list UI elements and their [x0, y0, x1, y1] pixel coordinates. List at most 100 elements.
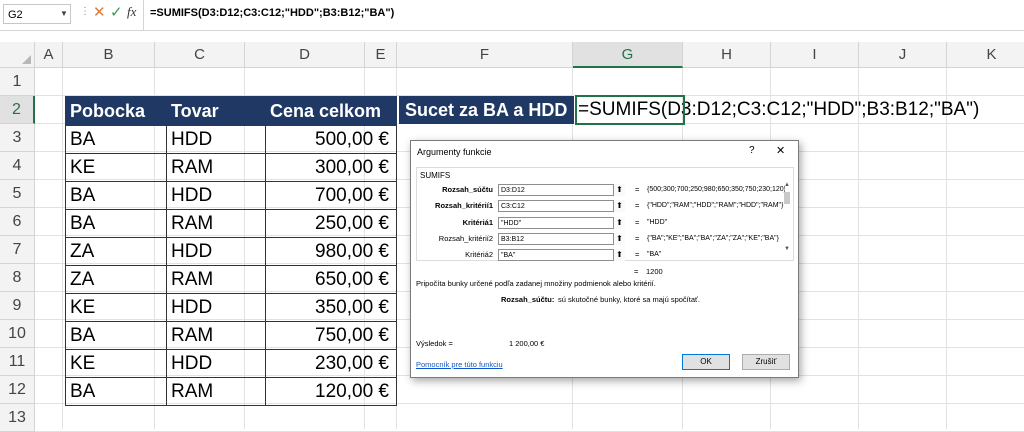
row-header-2[interactable]: 2 — [0, 96, 35, 124]
row-header-8[interactable]: 8 — [0, 264, 35, 292]
cell-cena[interactable]: 250,00 € — [265, 209, 397, 238]
scroll-up-icon[interactable]: ▲ — [784, 182, 790, 188]
collapse-dialog-icon[interactable]: ⬆ — [613, 200, 625, 212]
cell-pobocka[interactable]: KE — [65, 349, 167, 378]
cell-cena[interactable]: 980,00 € — [265, 237, 397, 266]
row-header-1[interactable]: 1 — [0, 68, 35, 96]
row-header-9[interactable]: 9 — [0, 292, 35, 320]
collapse-dialog-icon[interactable]: ⬆ — [613, 233, 625, 245]
argument-label: Kritériá1 — [462, 218, 493, 227]
column-header-i[interactable]: I — [771, 42, 859, 68]
column-header-j[interactable]: J — [859, 42, 947, 68]
equals-sign: = — [635, 234, 640, 243]
cell-pobocka[interactable]: ZA — [65, 265, 167, 294]
row-header-5[interactable]: 5 — [0, 180, 35, 208]
column-header-f[interactable]: F — [397, 42, 573, 68]
cell-tovar[interactable]: HDD — [166, 125, 266, 154]
row-header-12[interactable]: 12 — [0, 376, 35, 404]
header-tovar[interactable]: Tovar — [166, 96, 266, 126]
cell-cena[interactable]: 300,00 € — [265, 153, 397, 182]
table-row: BA RAM 750,00 € — [65, 321, 397, 350]
function-arguments-dialog: Argumenty funkcie ? ✕ SUMIFS Rozsah_súčt… — [410, 140, 799, 378]
cell-cena[interactable]: 230,00 € — [265, 349, 397, 378]
table-row: KE HDD 230,00 € — [65, 349, 397, 378]
column-header-c[interactable]: C — [155, 42, 245, 68]
cell-pobocka[interactable]: BA — [65, 209, 167, 238]
cell-pobocka[interactable]: BA — [65, 125, 167, 154]
column-header-b[interactable]: B — [63, 42, 155, 68]
cell-tovar[interactable]: RAM — [166, 265, 266, 294]
chevron-down-icon[interactable]: ▼ — [60, 4, 68, 24]
cell-tovar[interactable]: HDD — [166, 181, 266, 210]
active-cell-border — [575, 95, 685, 125]
sum-label-cell[interactable]: Sucet za BA a HDD — [399, 96, 574, 124]
column-header-a[interactable]: A — [35, 42, 63, 68]
argument-input[interactable]: "BA" — [498, 249, 625, 261]
row-header-4[interactable]: 4 — [0, 152, 35, 180]
cell-pobocka[interactable]: KE — [65, 153, 167, 182]
column-header-e[interactable]: E — [365, 42, 397, 68]
row-header-6[interactable]: 6 — [0, 208, 35, 236]
cell-pobocka[interactable]: BA — [65, 181, 167, 210]
column-header-d[interactable]: D — [245, 42, 365, 68]
row-header-11[interactable]: 11 — [0, 348, 35, 376]
dialog-title: Argumenty funkcie — [417, 147, 492, 157]
row-header-7[interactable]: 7 — [0, 236, 35, 264]
arguments-scrollbar[interactable]: ▲ ▼ — [783, 182, 791, 258]
insert-function-icon[interactable]: fx — [127, 4, 136, 20]
cell-pobocka[interactable]: KE — [65, 293, 167, 322]
formula-bar-divider — [143, 0, 144, 30]
header-cena[interactable]: Cena celkom — [265, 96, 397, 126]
header-pobocka[interactable]: Pobocka — [65, 96, 167, 126]
column-header-h[interactable]: H — [683, 42, 771, 68]
collapse-dialog-icon[interactable]: ⬆ — [613, 217, 625, 229]
column-header-k[interactable]: K — [947, 42, 1024, 68]
cell-cena[interactable]: 500,00 € — [265, 125, 397, 154]
row-header-3[interactable]: 3 — [0, 124, 35, 152]
cell-cena[interactable]: 120,00 € — [265, 377, 397, 406]
data-table: Pobocka Tovar Cena celkom BA HDD 500,00 € K… — [65, 96, 397, 406]
cell-cena[interactable]: 750,00 € — [265, 321, 397, 350]
ok-button[interactable]: OK — [682, 354, 730, 370]
enter-icon[interactable]: ✓ — [110, 3, 123, 21]
cancel-icon[interactable]: ✕ — [93, 3, 106, 21]
argument-input[interactable]: D3:D12 — [498, 184, 625, 196]
total-eq: = — [634, 267, 639, 276]
cell-tovar[interactable]: HDD — [166, 293, 266, 322]
cell-tovar[interactable]: RAM — [166, 321, 266, 350]
help-link[interactable]: Pomocník pre túto funkciu — [416, 360, 503, 369]
column-header-g[interactable]: G — [573, 42, 683, 68]
cell-tovar[interactable]: RAM — [166, 153, 266, 182]
cell-tovar[interactable]: RAM — [166, 377, 266, 406]
argument-result: {"BA";"KE";"BA";"BA";"ZA";"ZA";"KE";"BA"… — [647, 235, 779, 242]
cell-tovar[interactable]: RAM — [166, 209, 266, 238]
help-icon[interactable]: ? — [749, 145, 755, 156]
cell-cena[interactable]: 350,00 € — [265, 293, 397, 322]
more-icon: ⋮ — [80, 6, 91, 17]
select-all-button[interactable] — [0, 42, 35, 68]
scroll-down-icon[interactable]: ▼ — [784, 246, 790, 252]
cell-pobocka[interactable]: ZA — [65, 237, 167, 266]
argument-label: Rozsah_súčtu — [442, 185, 493, 194]
equals-sign: = — [635, 250, 640, 259]
argument-input[interactable]: C3:C12 — [498, 200, 625, 212]
row-header-13[interactable]: 13 — [0, 404, 35, 432]
result-value: 1 200,00 € — [509, 339, 545, 348]
close-icon[interactable]: ✕ — [776, 144, 785, 157]
cell-pobocka[interactable]: BA — [65, 377, 167, 406]
collapse-dialog-icon[interactable]: ⬆ — [613, 249, 625, 261]
cancel-button[interactable]: Zrušiť — [742, 354, 790, 370]
cell-cena[interactable]: 700,00 € — [265, 181, 397, 210]
cell-tovar[interactable]: HDD — [166, 349, 266, 378]
cell-cena[interactable]: 650,00 € — [265, 265, 397, 294]
argument-input[interactable]: "HDD" — [498, 217, 625, 229]
table-row: BA RAM 120,00 € — [65, 377, 397, 406]
argument-input[interactable]: B3:B12 — [498, 233, 625, 245]
cell-pobocka[interactable]: BA — [65, 321, 167, 350]
cell-tovar[interactable]: HDD — [166, 237, 266, 266]
formula-input[interactable]: =SUMIFS(D3:D12;C3:C12;"HDD";B3:B12;"BA") — [150, 7, 394, 19]
row-header-10[interactable]: 10 — [0, 320, 35, 348]
table-row: KE RAM 300,00 € — [65, 153, 397, 182]
scroll-thumb[interactable] — [784, 192, 790, 204]
collapse-dialog-icon[interactable]: ⬆ — [613, 184, 625, 196]
